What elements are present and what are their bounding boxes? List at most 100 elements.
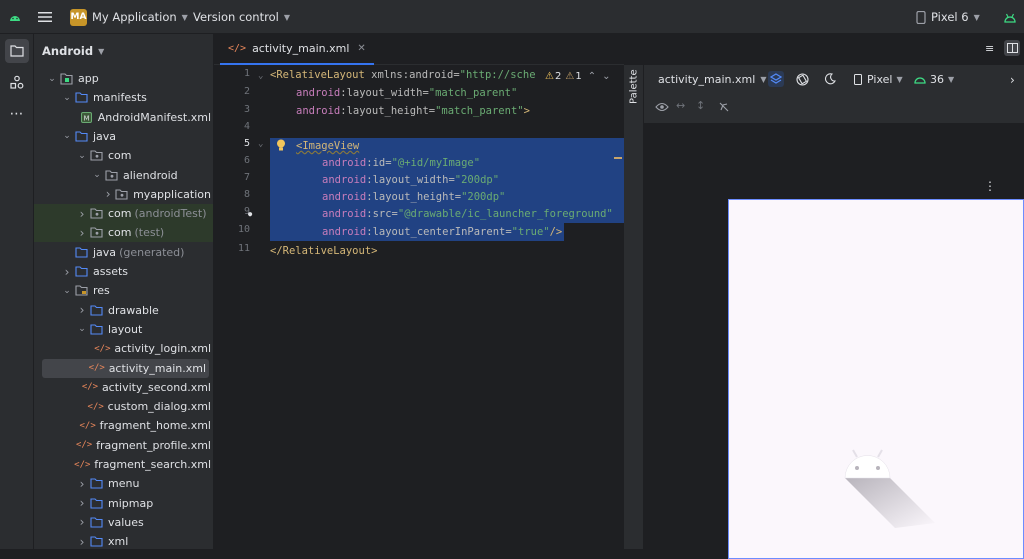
project-view-label: Android [42, 44, 94, 58]
orientation-icon[interactable] [794, 71, 810, 87]
tree-item[interactable]: ⌄ aliendroid [34, 166, 213, 185]
fold-icon[interactable]: ⌄ [258, 139, 263, 149]
tree-item[interactable]: › com (androidTest) [34, 204, 213, 224]
tree-item[interactable]: ⌄ res [34, 281, 213, 300]
tree-item[interactable]: </> activity_login.xml [34, 339, 213, 358]
tree-item[interactable]: ⌄ app [34, 69, 213, 88]
chevron-down-icon[interactable]: ⌄ [61, 131, 73, 141]
resources-folder-icon [73, 284, 89, 298]
split-view-icon[interactable] [1004, 40, 1020, 56]
chevron-down-icon[interactable]: ⌄ [46, 74, 58, 84]
tab-activity-main[interactable]: </> activity_main.xml ✕ [220, 34, 374, 65]
xml-file-icon: </> [81, 382, 99, 393]
preview-device-selector[interactable]: Pixel ▼ [854, 73, 903, 86]
chevron-right-icon[interactable]: › [76, 496, 88, 510]
layout-file-selector[interactable]: activity_main.xml ▼ [658, 73, 766, 86]
code-view-icon[interactable]: ≡ [985, 42, 994, 55]
chevron-right-icon[interactable]: › [76, 226, 88, 240]
chevron-right-icon[interactable]: › [102, 187, 113, 201]
tab-label: activity_main.xml [252, 42, 350, 55]
chevron-right-icon[interactable]: › [76, 477, 88, 491]
tree-item[interactable]: › assets [34, 262, 213, 281]
tree-item[interactable]: </> activity_second.xml [34, 378, 213, 397]
chevron-right-icon[interactable]: › [76, 515, 88, 529]
project-selector[interactable]: MA My Application ▼ [70, 0, 188, 34]
chevron-down-icon[interactable]: ⌄ [602, 71, 610, 82]
chevron-right-icon[interactable]: › [76, 207, 88, 221]
device-selector[interactable]: Pixel 6 ▼ [916, 0, 980, 34]
design-surface-icon[interactable] [768, 71, 784, 87]
night-mode-icon[interactable] [822, 71, 838, 87]
inspection-widget[interactable]: ⚠ 2 ⚠ 1 ⌃ ⌄ [542, 69, 614, 83]
xml-file-icon: </> [228, 43, 247, 54]
tree-item[interactable]: </> custom_dialog.xml [34, 397, 213, 416]
tree-item[interactable]: ⌄ layout [34, 320, 213, 339]
vertical-constraint-icon[interactable]: ↕ [696, 99, 705, 112]
chevron-up-icon[interactable]: ⌃ [588, 71, 596, 82]
more-options-icon[interactable]: ⋮ [984, 179, 996, 193]
design-canvas[interactable]: ⋮ [644, 123, 1024, 559]
tree-item-label: AndroidManifest.xml [97, 110, 211, 124]
run-config-android-icon[interactable] [1003, 0, 1017, 34]
tree-item-label: aliendroid [123, 168, 178, 182]
tree-item[interactable]: ⌄ manifests [34, 88, 213, 107]
tree-item-label: app [78, 72, 99, 85]
code-editor[interactable]: 1 2 3 4 5 6 7 8 9 10 11 ⌄ ⌄ ● <RelativeLayout xmln… [214, 65, 624, 549]
fold-icon[interactable]: ⌄ [258, 71, 263, 81]
tree-item[interactable]: ⌄ com [34, 146, 213, 165]
horizontal-constraint-icon[interactable]: ↔ [676, 99, 685, 112]
folder-icon [73, 129, 89, 143]
eye-icon[interactable] [654, 99, 670, 115]
chevron-down-icon[interactable]: ⌄ [91, 170, 103, 180]
tree-item[interactable]: › values [34, 513, 213, 532]
more-tools-icon[interactable]: ⋯ [5, 102, 29, 126]
tree-item[interactable]: › myapplication [34, 185, 213, 204]
code-line-3: android:layout_height="match_parent"> [296, 105, 530, 117]
vcs-label: Version control [193, 10, 279, 24]
chevron-down-icon[interactable]: ⌄ [61, 93, 73, 103]
code-line-6: android:id="@+id/myImage" [322, 157, 481, 169]
package-icon [114, 187, 129, 201]
structure-tool-button[interactable] [5, 70, 29, 94]
manifest-file-icon: M [80, 110, 94, 124]
tree-item-label: java [93, 129, 117, 143]
vcs-selector[interactable]: Version control ▼ [193, 0, 290, 34]
package-icon [88, 226, 104, 240]
phone-icon [916, 10, 926, 24]
chevron-right-icon[interactable]: › [61, 265, 73, 279]
chevron-right-icon[interactable]: › [76, 535, 88, 549]
tree-item[interactable]: › drawable [34, 301, 213, 320]
tree-item-label: fragment_profile.xml [96, 438, 211, 452]
line-number: 7 [243, 172, 250, 183]
tree-item[interactable]: › menu [34, 474, 213, 493]
tree-item[interactable]: › mipmap [34, 494, 213, 513]
close-icon[interactable]: ✕ [357, 43, 365, 54]
project-view-selector[interactable]: Android ▼ [42, 42, 104, 60]
chevron-down-icon[interactable]: ⌄ [76, 151, 88, 161]
tree-item-label: mipmap [108, 496, 154, 510]
chevron-right-icon[interactable]: › [76, 303, 88, 317]
palette-strip[interactable]: Palette [624, 65, 644, 549]
project-tool-button[interactable] [5, 39, 29, 63]
tree-item[interactable]: › xml [34, 532, 213, 549]
chevron-down-icon: ▼ [948, 75, 955, 84]
chevron-right-icon[interactable]: › [1010, 73, 1015, 87]
tree-item[interactable]: </> activity_main.xml [42, 358, 209, 378]
tree-item[interactable]: </> fragment_home.xml [34, 416, 213, 435]
chevron-down-icon[interactable]: ⌄ [76, 324, 88, 334]
device-preview[interactable] [728, 199, 1024, 559]
selection-gap [564, 223, 624, 241]
tree-item[interactable]: ⌄ java [34, 127, 213, 146]
lightbulb-icon[interactable] [276, 139, 288, 153]
tree-item[interactable]: </> fragment_search.xml [34, 455, 213, 474]
main-menu-button[interactable] [38, 0, 56, 34]
tree-item[interactable]: M AndroidManifest.xml [34, 108, 213, 127]
xml-file-icon: </> [87, 401, 104, 412]
tree-item[interactable]: › com (test) [34, 223, 213, 243]
line-number: 10 [237, 224, 250, 235]
chevron-down-icon[interactable]: ⌄ [61, 286, 73, 296]
tree-item[interactable]: </> fragment_profile.xml [34, 436, 213, 455]
clear-constraints-icon[interactable] [716, 99, 732, 115]
api-level-selector[interactable]: 36 ▼ [914, 73, 954, 86]
tree-item[interactable]: java (generated) [34, 243, 213, 262]
